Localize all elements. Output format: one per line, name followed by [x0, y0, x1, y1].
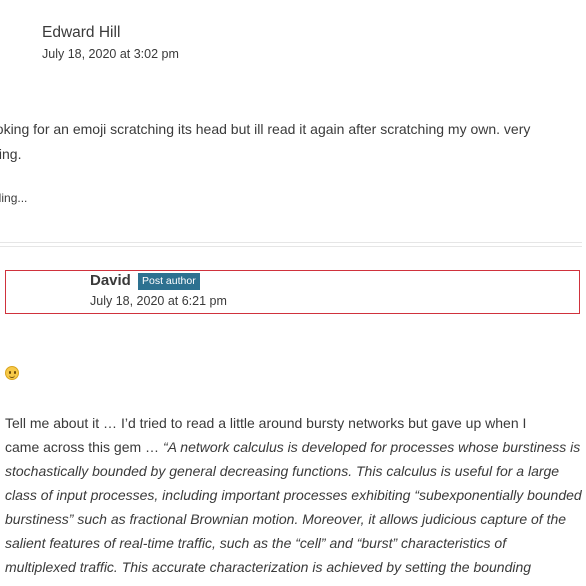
- comment-author-name[interactable]: David: [90, 272, 131, 289]
- comment-divider: [0, 246, 582, 247]
- comment-body: ooking for an emoji scratching its head …: [0, 117, 586, 167]
- comment-quote: “A network calculus is developed for pro…: [162, 439, 581, 455]
- comment-quote: salient features of real-time traffic, s…: [5, 535, 507, 551]
- slightly-smiling-face-icon: [5, 366, 19, 380]
- comment-body-line: came across this gem … “A network calcul…: [5, 435, 586, 459]
- comment-quote: stochastically bounded by general decrea…: [5, 463, 560, 479]
- comment-body-line: ooking for an emoji scratching its head …: [0, 121, 531, 137]
- comment-quote: burstiness” such as fractional Brownian …: [5, 511, 567, 527]
- comments-page: Edward Hill July 18, 2020 at 3:02 pm ook…: [0, 0, 586, 586]
- comment-body-line: burstiness” such as fractional Brownian …: [5, 507, 586, 531]
- comment-author-name[interactable]: Edward Hill: [42, 24, 120, 42]
- comment-body-line: multiplexed traffic. This accurate chara…: [5, 555, 586, 579]
- comment-date-link[interactable]: July 18, 2020 at 3:02 pm: [42, 47, 179, 61]
- comment-body-line: Tell me about it … I’d tried to read a l…: [5, 411, 586, 435]
- comment-body-line: class of input processes, including impo…: [5, 483, 586, 507]
- comment-body-line: stochastically bounded by general decrea…: [5, 459, 586, 483]
- comment-date-link[interactable]: July 18, 2020 at 6:21 pm: [90, 294, 227, 308]
- comment-quote: multiplexed traffic. This accurate chara…: [5, 559, 532, 575]
- comment-body-line: salient features of real-time traffic, s…: [5, 531, 586, 555]
- comment-text: came across this gem …: [5, 439, 163, 455]
- comment-body-line: sting.: [0, 146, 22, 162]
- comment-body: Tell me about it … I’d tried to read a l…: [5, 411, 586, 579]
- comment-divider: [0, 242, 582, 243]
- post-author-badge: Post author: [138, 273, 200, 290]
- loading-indicator: ading...: [0, 191, 28, 205]
- comment-text: Tell me about it … I’d tried to read a l…: [5, 415, 527, 431]
- comment-quote: class of input processes, including impo…: [5, 487, 582, 503]
